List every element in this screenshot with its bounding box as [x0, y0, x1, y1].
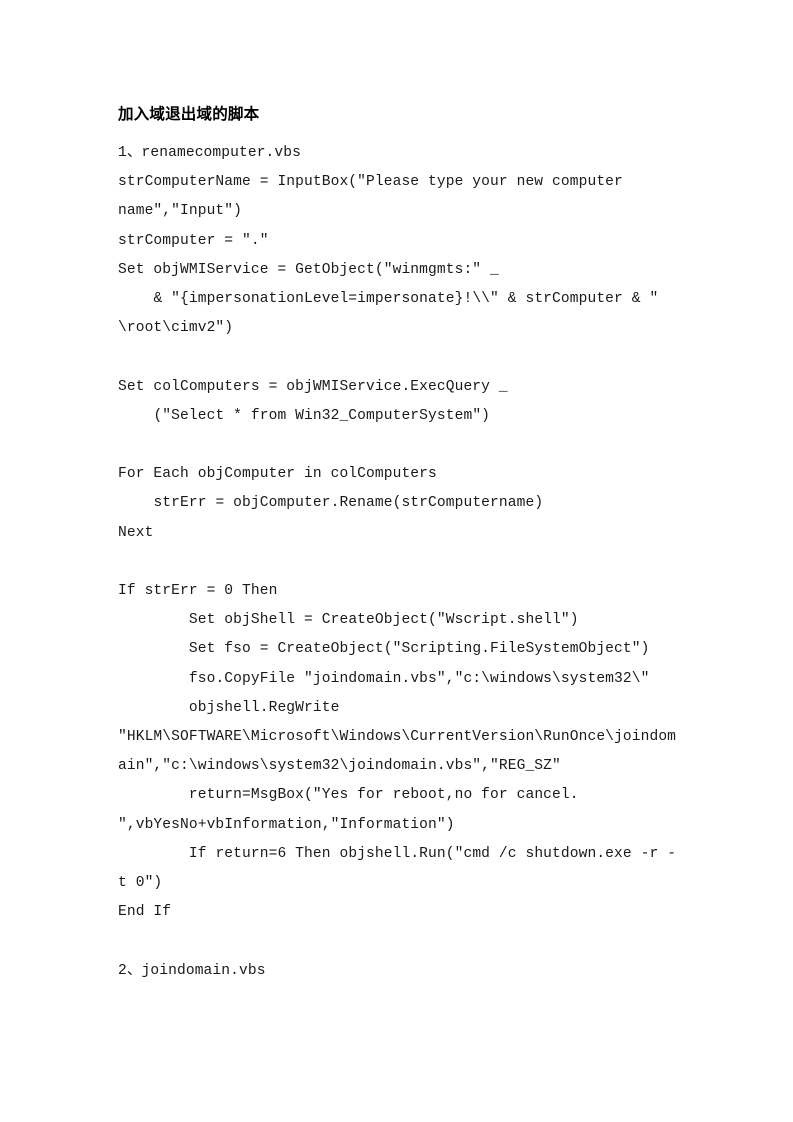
code-line: fso.CopyFile ″joindomain.vbs″,″c:\window… — [118, 670, 650, 687]
code-line: strErr = objComputer.Rename(strComputern… — [118, 495, 544, 512]
code-line: (″Select * from Win32_ComputerSystem″) — [118, 407, 491, 424]
code-line: Set colComputers = objWMIService.ExecQue… — [118, 378, 508, 395]
code-line: If strErr = 0 Then — [118, 583, 278, 600]
page-title: 加入域退出域的脚本 — [118, 106, 260, 123]
code-line: Set fso = CreateObject(″Scripting.FileSy… — [118, 641, 650, 658]
code-line: If return=6 Then objshell.Run(″cmd /c sh… — [118, 845, 677, 892]
code-line: strComputer = ″.″ — [118, 232, 269, 249]
code-line: return=MsgBox(″Yes for reboot,no for can… — [118, 787, 579, 833]
document-content: 加入域退出域的脚本 1、renamecomputer.vbs strCompute… — [118, 100, 678, 986]
code-line: 2、joindomain.vbs — [118, 962, 266, 979]
script-code-block: 1、renamecomputer.vbs strComputerName = In… — [118, 139, 678, 986]
code-line: For Each objComputer in colComputers — [118, 466, 437, 483]
code-line: Set objShell = CreateObject(″Wscript.she… — [118, 612, 579, 629]
code-line: strComputerName = InputBox(″Please type … — [118, 174, 632, 220]
code-line: objshell.RegWrite ″HKLM\SOFTWARE\Microso… — [118, 699, 677, 775]
code-line: End If — [118, 904, 172, 921]
document-page: 加入域退出域的脚本 1、renamecomputer.vbs strCompute… — [0, 0, 793, 1122]
code-line: Set objWMIService = GetObject(″winmgmts:… — [118, 261, 499, 278]
code-line: & ″{impersonationLevel=impersonate}!\\″ … — [118, 291, 659, 337]
code-line: 1、renamecomputer.vbs — [118, 145, 301, 161]
code-line: Next — [118, 524, 154, 541]
